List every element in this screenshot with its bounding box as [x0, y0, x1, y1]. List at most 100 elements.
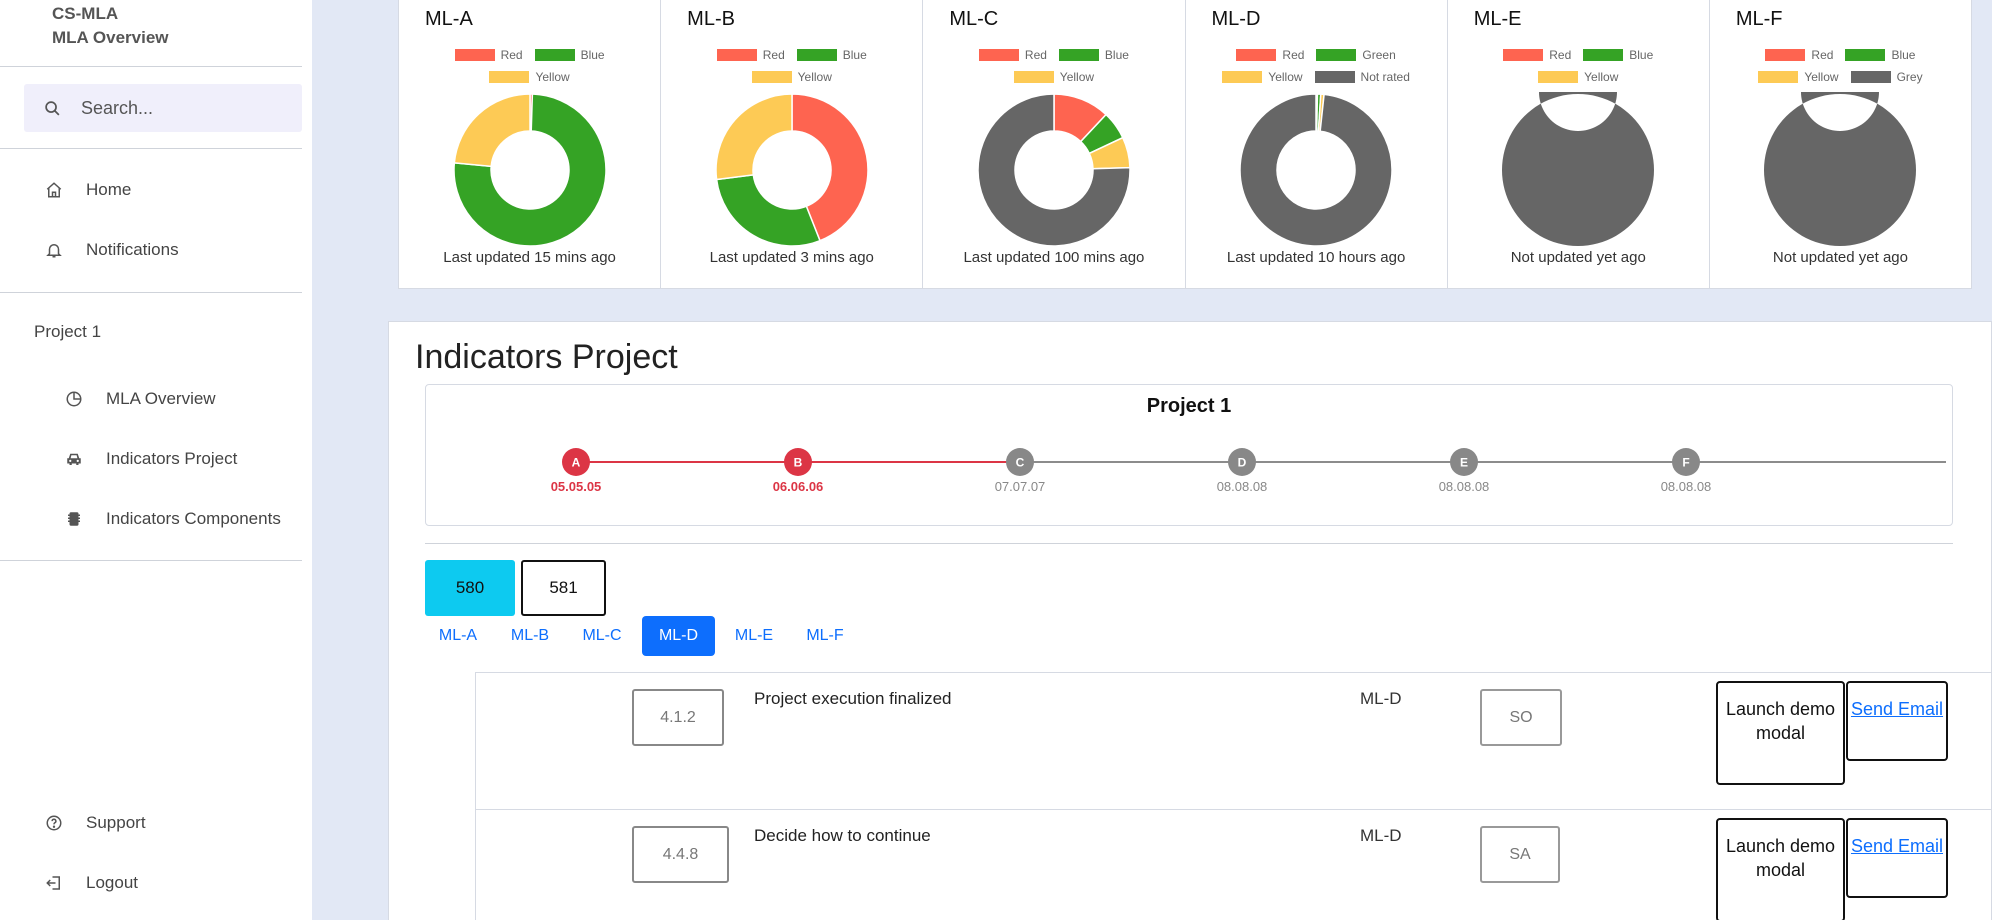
- nav-notifications[interactable]: Notifications: [44, 240, 179, 260]
- chip-icon: [64, 509, 84, 529]
- indicator-text: Project execution finalized: [754, 689, 952, 708]
- nav-indicators-components-label: Indicators Components: [106, 509, 281, 528]
- search-input[interactable]: Search...: [24, 84, 302, 132]
- legend-item[interactable]: Yellow: [1222, 68, 1303, 86]
- legend-swatch: [796, 49, 837, 61]
- legend-item[interactable]: Red: [716, 46, 785, 64]
- legend-label: Not rated: [1360, 70, 1410, 84]
- milestone-letter: E: [1460, 456, 1468, 470]
- legend-item[interactable]: Green: [1316, 46, 1396, 64]
- tab-ml-e[interactable]: ML-E: [721, 616, 787, 656]
- tab-ml-b[interactable]: ML-B: [497, 616, 563, 656]
- logout-icon: [44, 873, 64, 893]
- legend-swatch: [489, 71, 530, 83]
- legend-swatch: [1058, 49, 1099, 61]
- number-button-581[interactable]: 581: [521, 560, 606, 616]
- legend-item[interactable]: Not rated: [1314, 68, 1410, 86]
- legend-item[interactable]: Blue: [1845, 46, 1915, 64]
- legend-item[interactable]: Blue: [1058, 46, 1129, 64]
- send-email-link[interactable]: Send Email: [1846, 681, 1948, 761]
- chart-card: ML-A Red Blue Yellow Last updated 15 mins ag…: [399, 0, 662, 288]
- sidebar: CS-MLA MLA Overview Search... Home Notif…: [0, 0, 312, 920]
- project-section-label: Project 1: [34, 322, 102, 341]
- legend-item[interactable]: Red: [1765, 46, 1833, 64]
- chart-legend: Red Blue Yellow: [661, 46, 922, 86]
- list-item: 4.1.2 Project execution finalized ML-D S…: [476, 673, 1992, 810]
- milestone-date: 08.08.08: [1217, 479, 1268, 494]
- timeline-milestone[interactable]: D 08.08.08: [1217, 448, 1268, 494]
- nav-home[interactable]: Home: [44, 180, 131, 200]
- chart-legend: Red Blue Yellow: [1448, 46, 1709, 86]
- legend-label: Blue: [1891, 48, 1916, 62]
- last-updated-text: Last updated 10 hours ago: [1226, 249, 1406, 266]
- legend-item[interactable]: Yellow: [1013, 68, 1095, 86]
- donut-slice[interactable]: [715, 174, 821, 247]
- ml-chart-cards: ML-A Red Blue Yellow Last updated 15 mins ag…: [398, 0, 1972, 289]
- number-button-580[interactable]: 580: [425, 560, 515, 616]
- timeline-milestone[interactable]: E 08.08.08: [1439, 448, 1490, 494]
- legend-label: Yellow: [1059, 70, 1095, 84]
- chart-card: ML-C Red Blue Yellow Last updated 100 mins a…: [923, 0, 1186, 288]
- donut-slice[interactable]: [1239, 93, 1393, 247]
- pie-chart-icon: [64, 389, 84, 409]
- chart-card: ML-F Red Blue Yellow Grey Not updated yet ago: [1710, 0, 1971, 288]
- launch-demo-modal-button[interactable]: Launch demo modal: [1716, 681, 1845, 785]
- legend-item[interactable]: Red: [978, 46, 1047, 64]
- tab-ml-f[interactable]: ML-F: [792, 616, 858, 656]
- nav-indicators-components[interactable]: Indicators Components: [64, 509, 281, 529]
- page-title: Indicators Project: [415, 338, 678, 376]
- nav-support[interactable]: Support: [44, 813, 146, 833]
- donut-chart: [1764, 92, 1917, 246]
- home-icon: [44, 180, 64, 200]
- indicator-tag: SA: [1480, 826, 1560, 883]
- milestone-date: 05.05.05: [551, 479, 602, 494]
- chart-legend: Red Blue Yellow: [399, 46, 660, 86]
- nav-logout[interactable]: Logout: [44, 873, 138, 893]
- legend-item[interactable]: Red: [454, 46, 523, 64]
- nav-support-label: Support: [86, 813, 146, 832]
- milestone-date: 07.07.07: [995, 479, 1046, 494]
- tab-ml-a[interactable]: ML-A: [425, 616, 491, 656]
- donut-slice[interactable]: [453, 93, 531, 168]
- chart-title: ML-F: [1735, 8, 1783, 30]
- last-updated-text: Last updated 15 mins ago: [443, 249, 616, 266]
- launch-demo-modal-button[interactable]: Launch demo modal: [1716, 818, 1845, 920]
- legend-item[interactable]: Blue: [1583, 46, 1653, 64]
- legend-label: Blue: [1629, 48, 1654, 62]
- tab-ml-c[interactable]: ML-C: [569, 616, 635, 656]
- timeline-milestone[interactable]: F 08.08.08: [1661, 448, 1712, 494]
- legend-swatch: [1538, 71, 1579, 83]
- legend-label: Blue: [580, 48, 605, 62]
- chart-legend: Red Blue Yellow Grey: [1710, 46, 1971, 86]
- legend-item[interactable]: Blue: [796, 46, 867, 64]
- legend-item[interactable]: Red: [1236, 46, 1304, 64]
- legend-item[interactable]: Blue: [534, 46, 605, 64]
- send-email-link[interactable]: Send Email: [1846, 818, 1948, 898]
- nav-indicators-project[interactable]: Indicators Project: [64, 449, 237, 469]
- timeline-milestone[interactable]: A 05.05.05: [551, 448, 602, 494]
- chart-card: ML-D Red Green Yellow Not rated Last updated …: [1186, 0, 1448, 288]
- timeline-milestone[interactable]: C 07.07.07: [995, 448, 1046, 494]
- tab-ml-d[interactable]: ML-D: [642, 616, 715, 656]
- donut-chart: [977, 93, 1131, 247]
- timeline-milestone[interactable]: B 06.06.06: [773, 448, 824, 494]
- nav-mla-overview[interactable]: MLA Overview: [64, 389, 216, 409]
- legend-item[interactable]: Yellow: [489, 68, 570, 86]
- legend-item[interactable]: Yellow: [1758, 68, 1839, 86]
- legend-item[interactable]: Yellow: [751, 68, 832, 86]
- indicator-list: 4.1.2 Project execution finalized ML-D S…: [475, 672, 1992, 920]
- legend-item[interactable]: Grey: [1850, 68, 1923, 86]
- legend-label: Blue: [842, 48, 867, 62]
- legend-label: Red: [762, 48, 785, 62]
- donut-slice[interactable]: [715, 93, 793, 181]
- legend-item[interactable]: Yellow: [1538, 68, 1618, 86]
- legend-label: Yellow: [1804, 70, 1839, 84]
- brand: CS-MLA MLA Overview: [52, 2, 169, 50]
- legend-swatch: [751, 71, 792, 83]
- milestone-letter: B: [794, 456, 803, 470]
- legend-swatch: [1314, 71, 1355, 83]
- timeline-track: A 05.05.05 B 06.06.06 C 07.07.07 D 08.08.08 E 08.…: [551, 448, 1946, 494]
- divider: [0, 66, 302, 67]
- legend-item[interactable]: Red: [1503, 46, 1571, 64]
- list-item: 4.4.8 Decide how to continue ML-D SA Lau…: [476, 810, 1992, 920]
